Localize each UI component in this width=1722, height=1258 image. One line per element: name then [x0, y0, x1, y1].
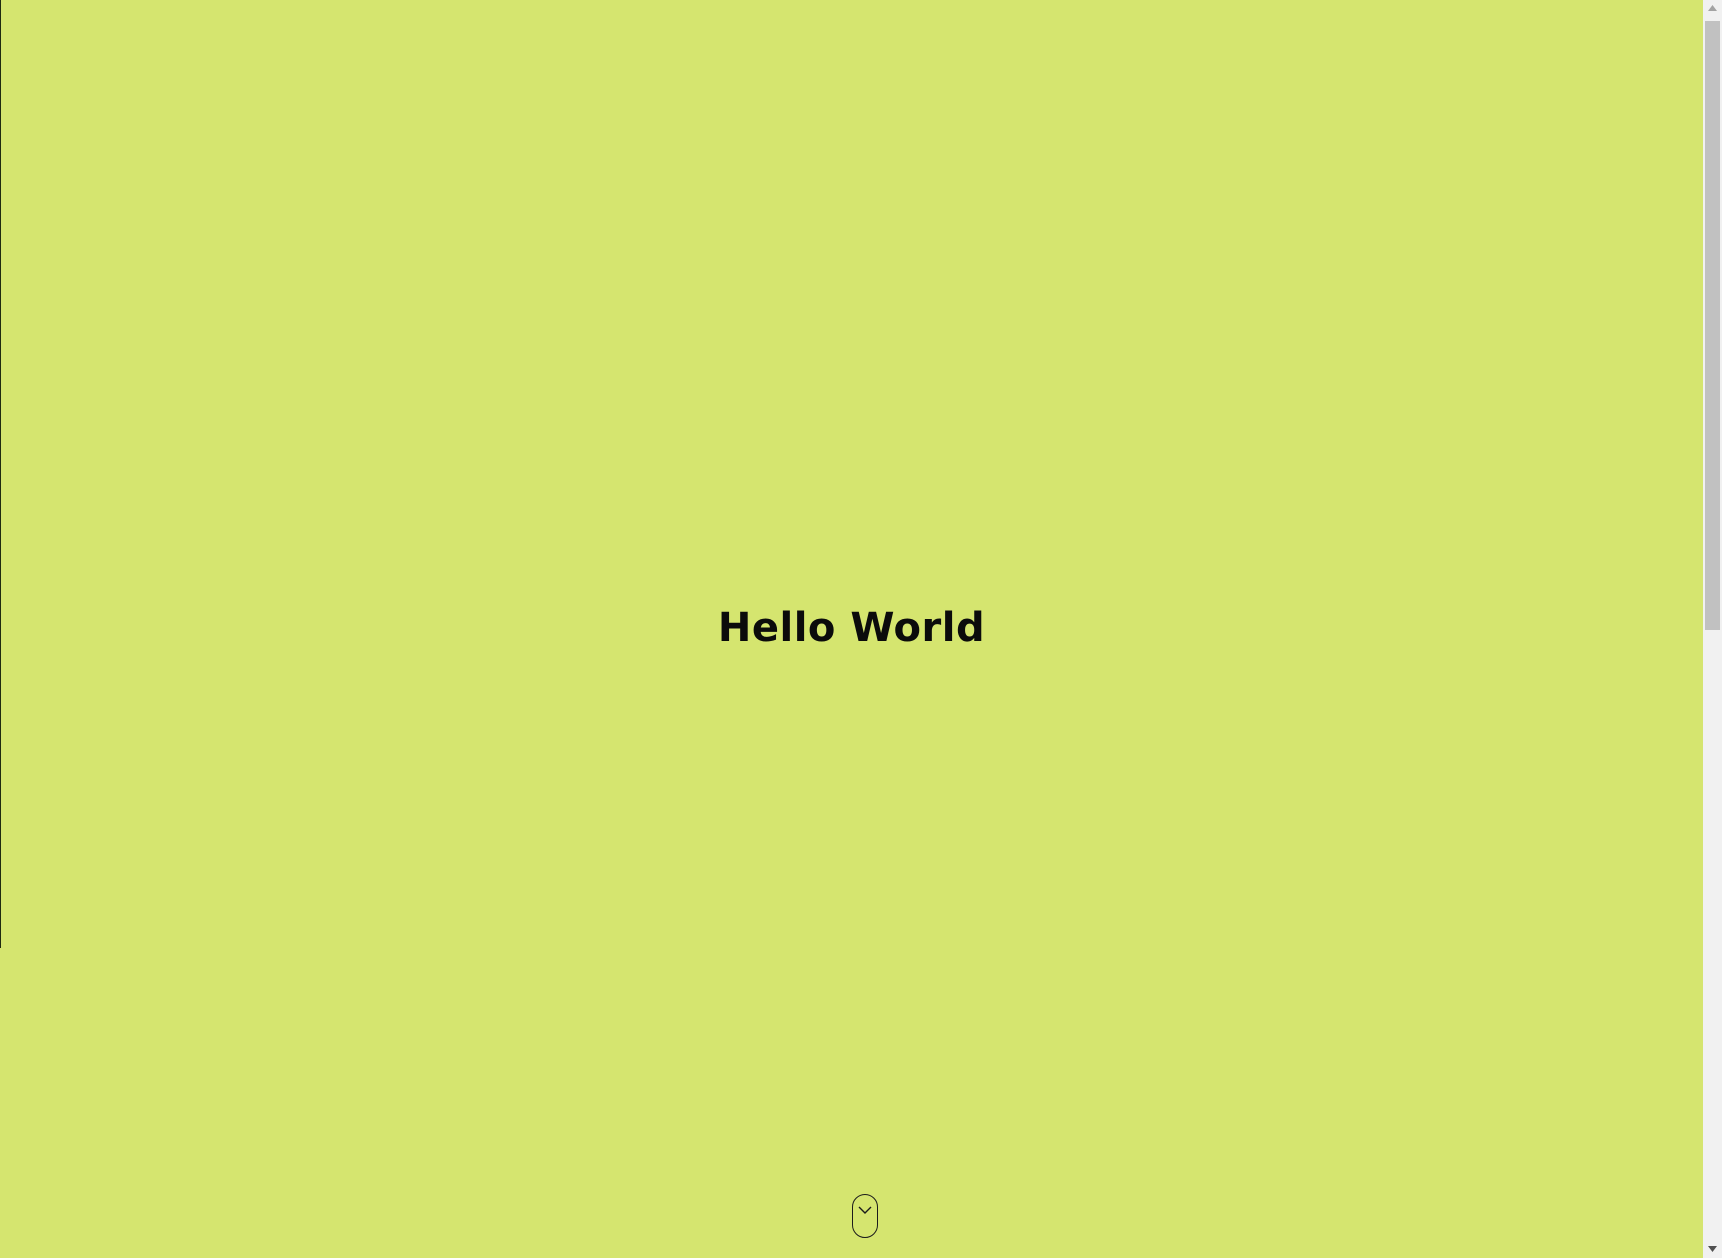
- page-title: Hello World: [717, 605, 986, 651]
- browser-viewport: Hello World: [0, 0, 1722, 1258]
- vertical-scrollbar[interactable]: [1703, 0, 1722, 1258]
- hero-section: Hello World: [0, 0, 1703, 1258]
- scrollbar-down-button[interactable]: [1703, 1241, 1722, 1258]
- triangle-up-icon: [1708, 5, 1717, 11]
- scrollbar-thumb[interactable]: [1705, 21, 1720, 630]
- triangle-down-icon: [1708, 1246, 1717, 1252]
- scrollbar-up-button[interactable]: [1703, 0, 1722, 17]
- scroll-down-button[interactable]: [852, 1194, 878, 1238]
- chevron-down-icon: [858, 1206, 872, 1214]
- left-edge-divider: [0, 0, 1, 948]
